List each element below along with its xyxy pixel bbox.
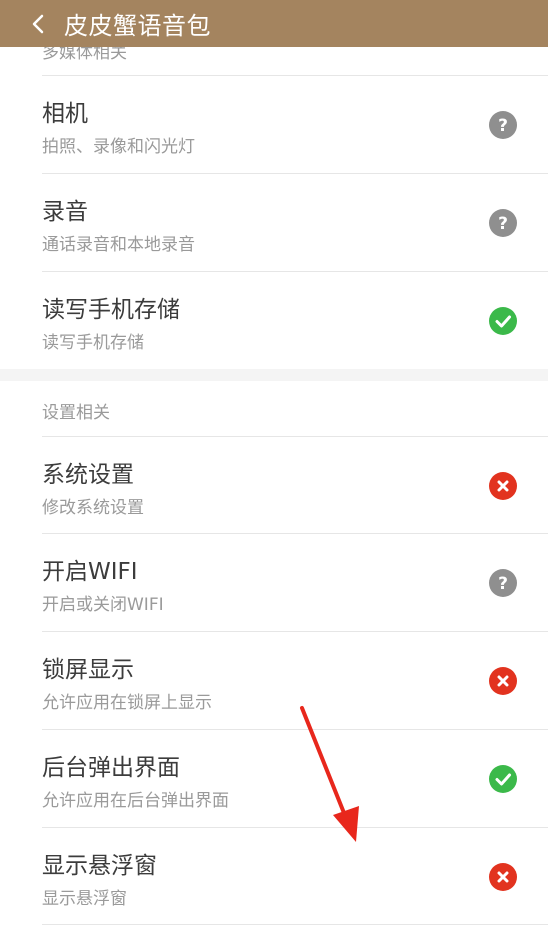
cross-icon[interactable]	[489, 667, 517, 695]
permission-title: 锁屏显示	[42, 657, 134, 683]
svg-text:?: ?	[498, 574, 508, 594]
check-icon[interactable]	[489, 307, 517, 335]
section-gap	[0, 369, 548, 381]
chevron-left-icon	[32, 14, 44, 33]
permission-title: 开启WIFI	[42, 559, 138, 585]
permission-title: 相机	[42, 101, 88, 127]
question-icon[interactable]: ?	[489, 209, 517, 237]
permission-title: 录音	[42, 199, 88, 225]
svg-text:?: ?	[498, 214, 508, 234]
permission-title: 显示悬浮窗	[42, 853, 157, 879]
permission-row-lockscreen[interactable]: 锁屏显示 允许应用在锁屏上显示	[0, 632, 548, 729]
permission-subtitle: 修改系统设置	[42, 498, 144, 518]
permission-row-background-popup[interactable]: 后台弹出界面 允许应用在后台弹出界面	[0, 730, 548, 827]
permission-subtitle: 开启或关闭WIFI	[42, 595, 164, 615]
permission-row-system-settings[interactable]: 系统设置 修改系统设置	[0, 437, 548, 534]
permission-row-record[interactable]: 录音 通话录音和本地录音 ?	[0, 174, 548, 271]
section-title-settings: 设置相关	[42, 403, 110, 423]
cross-icon[interactable]	[489, 863, 517, 891]
permission-row-camera[interactable]: 相机 拍照、录像和闪光灯 ?	[0, 76, 548, 173]
permission-list: 多媒体相关 相机 拍照、录像和闪光灯 ? 录音 通话录音和本地录音 ? 读写手机…	[0, 0, 548, 928]
svg-text:?: ?	[498, 116, 508, 136]
permission-subtitle: 拍照、录像和闪光灯	[42, 137, 195, 157]
permission-subtitle: 读写手机存储	[42, 333, 144, 353]
app-header: 皮皮蟹语音包	[0, 0, 548, 47]
check-icon[interactable]	[489, 765, 517, 793]
permission-row-storage[interactable]: 读写手机存储 读写手机存储	[0, 272, 548, 369]
permission-title: 系统设置	[42, 462, 134, 488]
page-title: 皮皮蟹语音包	[64, 12, 211, 40]
question-icon[interactable]: ?	[489, 569, 517, 597]
permission-subtitle: 显示悬浮窗	[42, 889, 127, 909]
question-icon[interactable]: ?	[489, 111, 517, 139]
permission-subtitle: 允许应用在锁屏上显示	[42, 693, 212, 713]
divider	[42, 924, 548, 925]
permission-row-wifi[interactable]: 开启WIFI 开启或关闭WIFI ?	[0, 534, 548, 631]
permission-row-floating-window[interactable]: 显示悬浮窗 显示悬浮窗	[0, 828, 548, 925]
permission-title: 后台弹出界面	[42, 755, 180, 781]
permission-subtitle: 允许应用在后台弹出界面	[42, 791, 229, 811]
permission-title: 读写手机存储	[42, 297, 180, 323]
back-button[interactable]	[18, 0, 58, 47]
permission-subtitle: 通话录音和本地录音	[42, 235, 195, 255]
cross-icon[interactable]	[489, 472, 517, 500]
